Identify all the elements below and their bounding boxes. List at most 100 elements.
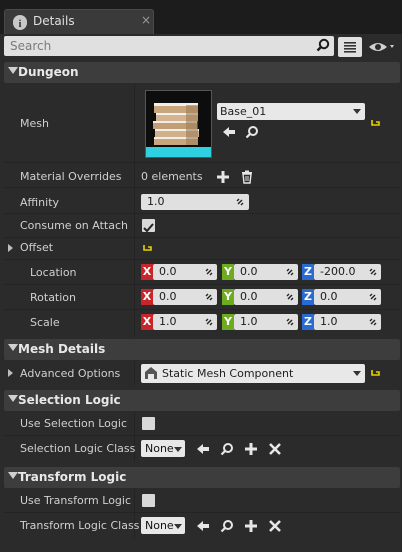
search-icon[interactable]: [316, 38, 330, 52]
drag-handle-icon: [369, 318, 377, 326]
x-axis-badge: X: [141, 264, 153, 280]
scale-y-field[interactable]: Y 1.0: [222, 314, 298, 330]
add-icon[interactable]: [244, 442, 258, 456]
use-selection-logic-checkbox[interactable]: [142, 417, 155, 430]
row-separator: [4, 284, 400, 285]
search-input[interactable]: Search: [4, 36, 334, 56]
view-options-button[interactable]: [338, 37, 362, 57]
x-axis-badge: X: [141, 314, 153, 330]
browse-search-icon[interactable]: [245, 125, 259, 139]
affinity-value: 1.0: [147, 195, 165, 208]
chevron-down-icon: [174, 447, 182, 452]
selection-logic-class-dropdown[interactable]: None: [141, 440, 185, 457]
row-separator: [4, 213, 400, 214]
column-divider: [134, 84, 135, 337]
tab-details[interactable]: i Details ×: [4, 9, 154, 34]
reset-to-default-icon[interactable]: [371, 369, 380, 376]
component-dropdown[interactable]: Static Mesh Component: [141, 364, 365, 383]
chevron-down-icon: [353, 371, 361, 376]
category-label: Transform Logic: [18, 470, 127, 484]
reset-to-default-icon[interactable]: [143, 244, 152, 251]
scale-z-field[interactable]: Z 1.0: [302, 314, 381, 330]
category-label: Dungeon: [18, 65, 79, 79]
add-icon[interactable]: [244, 519, 258, 533]
location-x-field[interactable]: X 0.0: [141, 264, 217, 280]
z-axis-badge: Z: [302, 314, 314, 330]
location-label: Location: [30, 266, 77, 279]
location-z-value: -200.0: [320, 265, 356, 278]
use-selected-arrow-icon[interactable]: [222, 125, 236, 139]
y-axis-badge: Y: [222, 314, 234, 330]
chevron-down-icon: [353, 109, 361, 114]
location-y-box: 0.0: [234, 264, 298, 280]
row-separator: [4, 259, 400, 260]
trash-icon[interactable]: [240, 170, 254, 184]
browse-search-icon[interactable]: [220, 442, 234, 456]
rotation-y-field[interactable]: Y 0.0: [222, 289, 298, 305]
location-y-field[interactable]: Y 0.0: [222, 264, 298, 280]
location-x-box: 0.0: [153, 264, 217, 280]
z-axis-badge: Z: [302, 289, 314, 305]
offset-label: Offset: [20, 241, 54, 254]
location-z-field[interactable]: Z -200.0: [302, 264, 381, 280]
category-dungeon[interactable]: Dungeon: [4, 62, 400, 83]
svg-text:i: i: [19, 19, 22, 30]
category-mesh-details[interactable]: Mesh Details: [4, 339, 400, 360]
drag-handle-icon: [205, 268, 213, 276]
consume-on-attach-label: Consume on Attach: [20, 219, 128, 232]
mesh-thumbnail[interactable]: [145, 90, 212, 158]
drag-handle-icon: [286, 268, 294, 276]
chevron-down-icon: [8, 344, 18, 351]
scale-x-box: 1.0: [153, 314, 217, 330]
mesh-label: Mesh: [20, 117, 49, 130]
drag-handle-icon: [236, 198, 244, 206]
reset-to-default-icon[interactable]: [371, 119, 380, 126]
checkmark-icon: [143, 223, 154, 233]
use-selected-arrow-icon[interactable]: [196, 442, 210, 456]
drag-handle-icon: [369, 293, 377, 301]
category-label: Mesh Details: [18, 342, 106, 356]
transform-logic-class-dropdown[interactable]: None: [141, 517, 185, 534]
clear-x-icon[interactable]: [268, 442, 282, 456]
scale-x-value: 1.0: [159, 315, 177, 328]
column-divider: [134, 361, 135, 385]
rotation-x-value: 0.0: [159, 290, 177, 303]
rotation-y-value: 0.0: [240, 290, 258, 303]
category-selection-logic[interactable]: Selection Logic: [4, 390, 400, 411]
chevron-down-icon: [8, 67, 18, 74]
rotation-z-value: 0.0: [320, 290, 338, 303]
chevron-down-icon: [174, 524, 182, 529]
use-transform-logic-checkbox[interactable]: [142, 494, 155, 507]
x-axis-badge: X: [141, 289, 153, 305]
use-selected-arrow-icon[interactable]: [196, 519, 210, 533]
chevron-right-icon[interactable]: [8, 244, 13, 252]
info-icon: i: [13, 15, 27, 30]
tab-title: Details: [33, 14, 75, 28]
rotation-x-field[interactable]: X 0.0: [141, 289, 217, 305]
component-value: Static Mesh Component: [162, 367, 294, 380]
category-transform-logic[interactable]: Transform Logic: [4, 467, 400, 488]
use-selection-logic-label: Use Selection Logic: [20, 417, 127, 430]
mesh-asset-dropdown[interactable]: Base_01: [217, 103, 365, 120]
affinity-label: Affinity: [20, 196, 60, 209]
mesh-value: Base_01: [220, 105, 267, 118]
add-icon[interactable]: [216, 170, 230, 184]
consume-on-attach-checkbox[interactable]: [142, 219, 155, 233]
chevron-right-icon[interactable]: [8, 369, 13, 377]
close-icon[interactable]: ×: [141, 13, 151, 27]
eye-icon[interactable]: [368, 40, 396, 54]
search-placeholder: Search: [10, 39, 52, 53]
z-axis-badge: Z: [302, 264, 314, 280]
y-axis-badge: Y: [222, 264, 234, 280]
scale-x-field[interactable]: X 1.0: [141, 314, 217, 330]
browse-search-icon[interactable]: [220, 519, 234, 533]
drag-handle-icon: [286, 318, 294, 326]
location-y-value: 0.0: [240, 265, 258, 278]
clear-x-icon[interactable]: [268, 519, 282, 533]
row-separator: [4, 187, 400, 188]
row-separator: [4, 309, 400, 310]
material-overrides-label: Material Overrides: [20, 170, 122, 183]
affinity-input[interactable]: 1.0: [141, 194, 249, 210]
drag-handle-icon: [369, 268, 377, 276]
rotation-z-field[interactable]: Z 0.0: [302, 289, 381, 305]
